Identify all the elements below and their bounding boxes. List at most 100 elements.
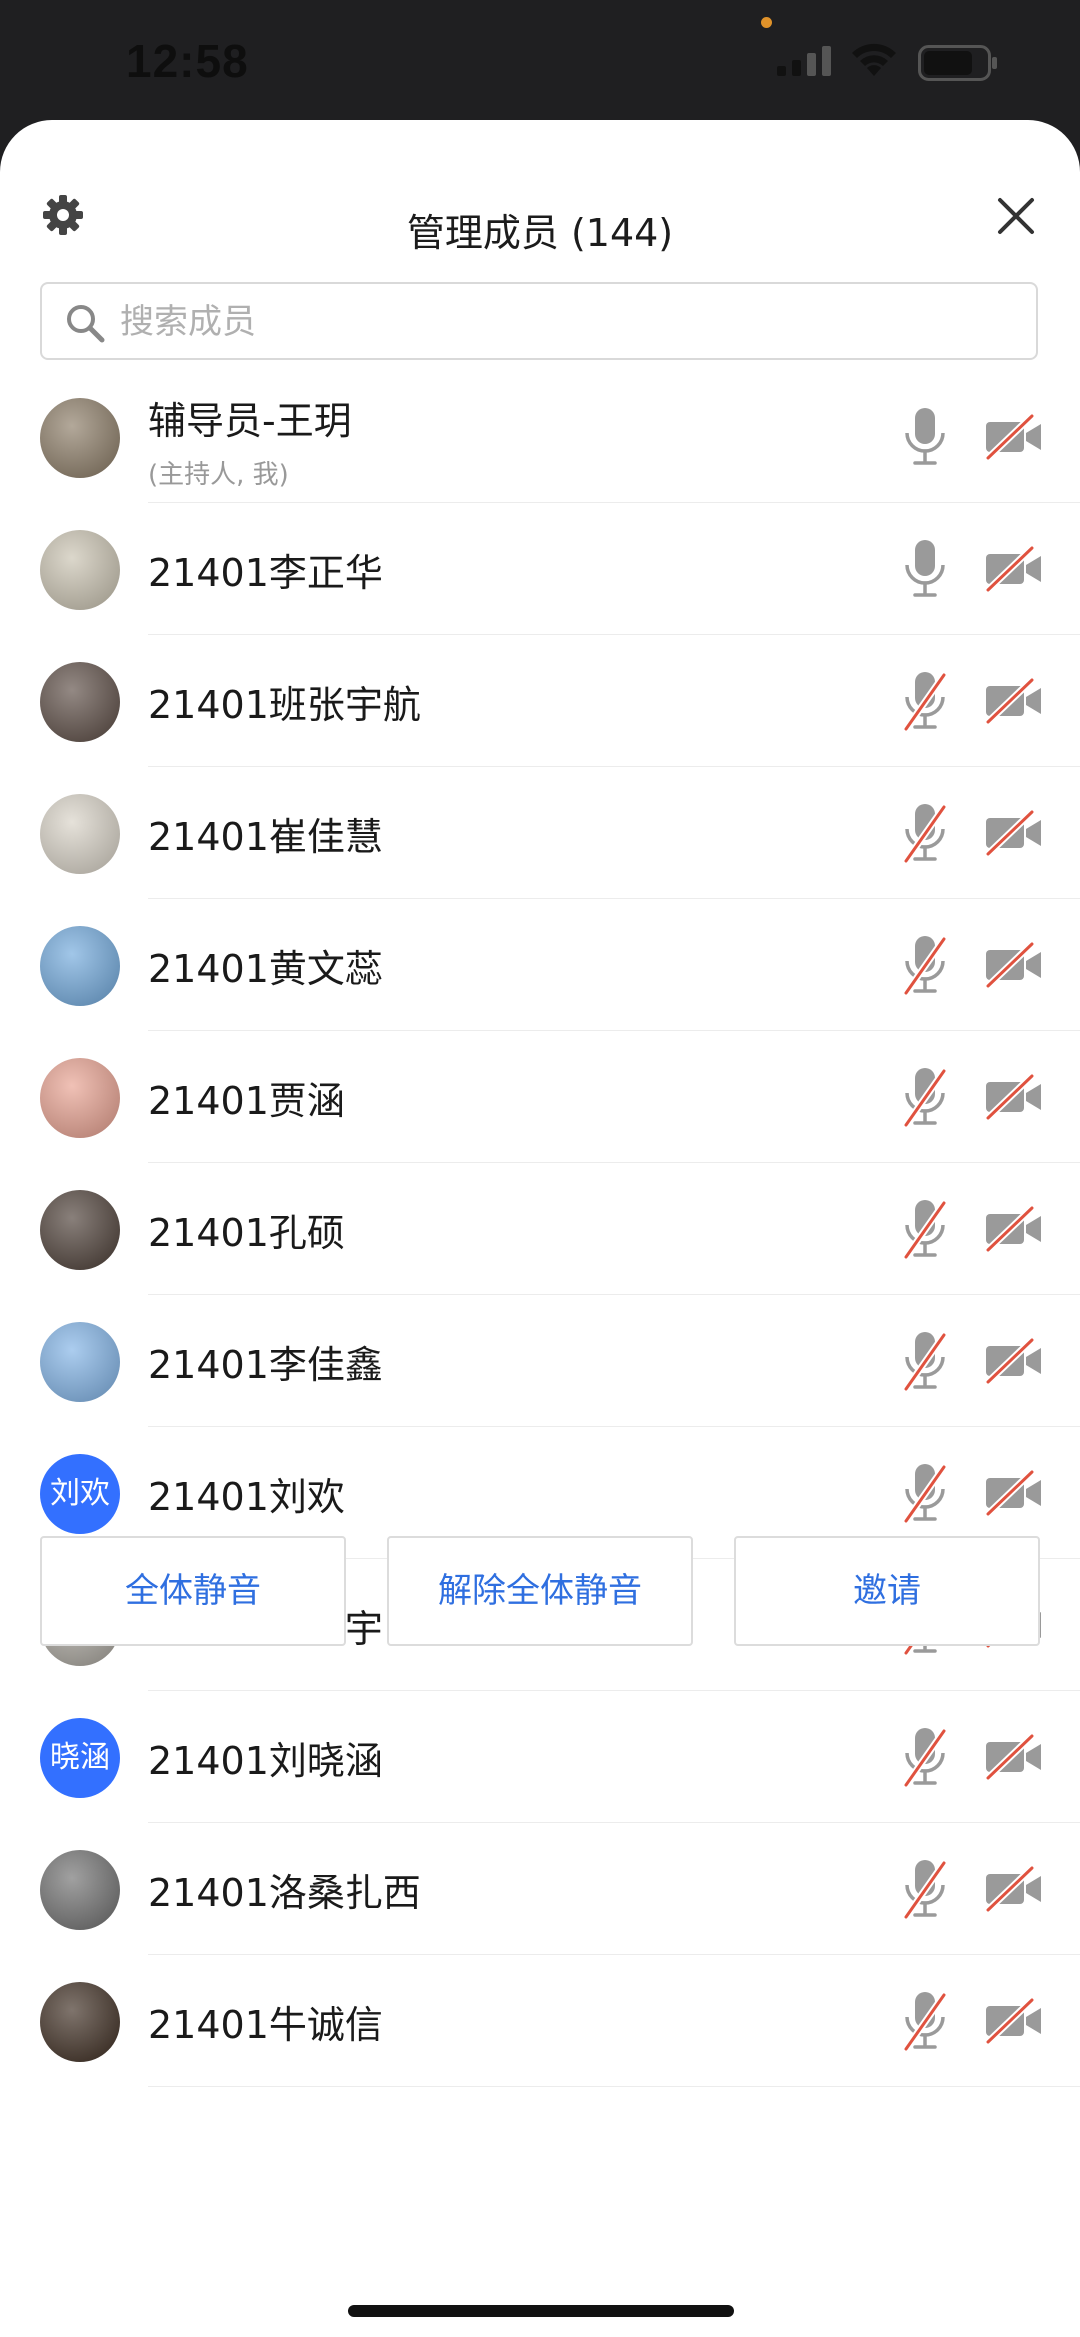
- mic-off-icon: [903, 1464, 947, 1524]
- avatar: 刘欢: [40, 1454, 120, 1534]
- member-row[interactable]: 21401李正华: [0, 504, 1080, 635]
- camera-off-button[interactable]: [984, 676, 1044, 726]
- row-divider: [148, 1294, 1080, 1295]
- camera-off-icon: [985, 1073, 1041, 1121]
- mic-off-icon: [903, 1992, 947, 2052]
- avatar-initials: 晓涵: [50, 1740, 110, 1775]
- member-row[interactable]: 21401洛桑扎西: [0, 1824, 1080, 1955]
- camera-off-button[interactable]: [984, 1468, 1044, 1518]
- close-button[interactable]: [994, 194, 1038, 238]
- bottom-action-bar: 全体静音 解除全体静音 邀请: [0, 1536, 1080, 1656]
- mic-button[interactable]: [898, 537, 952, 601]
- camera-off-button[interactable]: [984, 808, 1044, 858]
- row-divider: [148, 1030, 1080, 1031]
- privacy-indicator-dot: [761, 17, 772, 28]
- camera-off-icon: [985, 1205, 1041, 1253]
- avatar-initials: 刘欢: [50, 1476, 110, 1511]
- camera-off-button[interactable]: [984, 1864, 1044, 1914]
- member-name: 21401刘欢: [148, 1475, 345, 1519]
- battery-icon: [918, 45, 997, 81]
- mic-off-icon: [903, 1332, 947, 1392]
- avatar: [40, 530, 120, 610]
- invite-button[interactable]: 邀请: [734, 1536, 1040, 1646]
- mic-off-icon: [903, 936, 947, 996]
- mute-all-button[interactable]: 全体静音: [40, 1536, 346, 1646]
- row-divider: [148, 898, 1080, 899]
- camera-off-icon: [985, 1469, 1041, 1517]
- mic-off-icon: [903, 804, 947, 864]
- camera-off-button[interactable]: [984, 940, 1044, 990]
- mic-off-icon: [903, 1068, 947, 1128]
- avatar: [40, 662, 120, 742]
- camera-off-button[interactable]: [984, 1204, 1044, 1254]
- member-name: 21401牛诚信: [148, 2003, 383, 2047]
- member-row[interactable]: 21401牛诚信: [0, 1956, 1080, 2087]
- mic-muted-button[interactable]: [898, 933, 952, 997]
- member-row[interactable]: 21401李佳鑫: [0, 1296, 1080, 1427]
- mic-muted-button[interactable]: [898, 669, 952, 733]
- avatar: [40, 794, 120, 874]
- avatar: [40, 398, 120, 478]
- member-row[interactable]: 21401黄文蕊: [0, 900, 1080, 1031]
- member-name: 21401李正华: [148, 551, 383, 595]
- camera-off-button[interactable]: [984, 544, 1044, 594]
- camera-off-button[interactable]: [984, 1996, 1044, 2046]
- mic-off-icon: [903, 1728, 947, 1788]
- cellular-signal-icon: [777, 46, 831, 76]
- camera-off-icon: [985, 1733, 1041, 1781]
- camera-off-button[interactable]: [984, 1072, 1044, 1122]
- member-name: 21401崔佳慧: [148, 815, 383, 859]
- mic-muted-button[interactable]: [898, 801, 952, 865]
- member-row[interactable]: 21401孔硕: [0, 1164, 1080, 1295]
- avatar: [40, 1322, 120, 1402]
- search-box[interactable]: [40, 282, 1038, 360]
- avatar: [40, 1982, 120, 2062]
- member-list: 辅导员-王玥 (主持人, 我) 21401李正华 21401班张宇航 21401…: [0, 372, 1080, 2087]
- mic-icon: [905, 540, 945, 597]
- member-name: 21401洛桑扎西: [148, 1871, 421, 1915]
- mic-muted-button[interactable]: [898, 1989, 952, 2053]
- member-name: 21401孔硕: [148, 1211, 345, 1255]
- camera-off-icon: [985, 677, 1041, 725]
- sheet-header: 管理成员 (144): [0, 180, 1080, 280]
- member-row[interactable]: 辅导员-王玥 (主持人, 我): [0, 372, 1080, 503]
- camera-off-icon: [985, 809, 1041, 857]
- member-row[interactable]: 21401班张宇航: [0, 636, 1080, 767]
- page-title: 管理成员 (144): [406, 211, 674, 255]
- camera-off-icon: [985, 1337, 1041, 1385]
- camera-off-icon: [985, 413, 1041, 461]
- mic-off-icon: [903, 1200, 947, 1260]
- mic-icon: [905, 408, 945, 465]
- unmute-all-button[interactable]: 解除全体静音: [387, 1536, 693, 1646]
- search-input[interactable]: [118, 284, 1002, 360]
- member-row[interactable]: 21401崔佳慧: [0, 768, 1080, 899]
- mic-button[interactable]: [898, 405, 952, 469]
- manage-members-sheet: 管理成员 (144) 辅导员-王玥 (主持人, 我) 21401李正华: [0, 120, 1080, 2337]
- row-divider: [148, 766, 1080, 767]
- mic-muted-button[interactable]: [898, 1065, 952, 1129]
- avatar: 晓涵: [40, 1718, 120, 1798]
- member-row[interactable]: 晓涵 21401刘晓涵: [0, 1692, 1080, 1823]
- camera-off-button[interactable]: [984, 1336, 1044, 1386]
- close-icon: [998, 198, 1034, 234]
- camera-off-button[interactable]: [984, 1732, 1044, 1782]
- row-divider: [148, 634, 1080, 635]
- mic-muted-button[interactable]: [898, 1329, 952, 1393]
- member-row[interactable]: 21401贾涵: [0, 1032, 1080, 1163]
- mic-muted-button[interactable]: [898, 1857, 952, 1921]
- camera-off-icon: [985, 1865, 1041, 1913]
- row-divider: [148, 1426, 1080, 1427]
- row-divider: [148, 1954, 1080, 1955]
- search-icon: [67, 305, 105, 343]
- mic-muted-button[interactable]: [898, 1461, 952, 1525]
- mic-muted-button[interactable]: [898, 1725, 952, 1789]
- row-divider: [148, 502, 1080, 503]
- camera-off-icon: [985, 545, 1041, 593]
- avatar: [40, 1058, 120, 1138]
- mic-muted-button[interactable]: [898, 1197, 952, 1261]
- status-time: 12:58: [126, 35, 249, 87]
- wifi-icon: [852, 43, 896, 76]
- camera-off-button[interactable]: [984, 412, 1044, 462]
- mic-off-icon: [903, 672, 947, 732]
- member-role-label: (主持人, 我): [148, 460, 289, 490]
